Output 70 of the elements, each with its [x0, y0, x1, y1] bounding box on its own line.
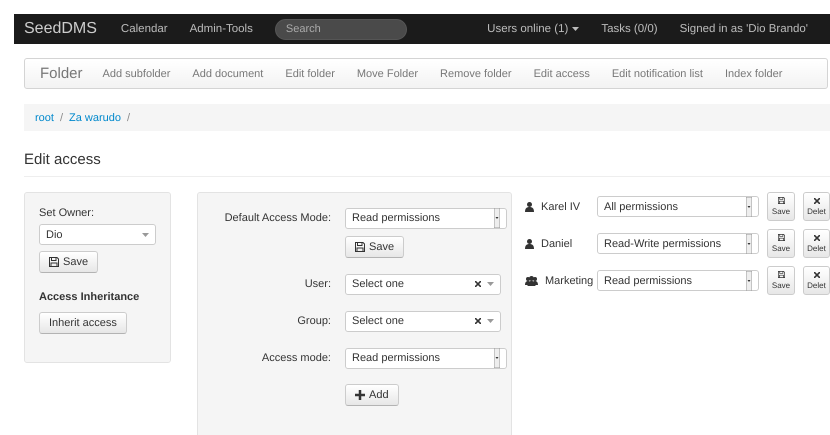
save-icon — [49, 257, 59, 267]
access-mode-select[interactable]: Read-Write permissions — [597, 233, 759, 254]
menu-link[interactable]: Add subfolder — [102, 68, 170, 80]
menu-link[interactable]: Index folder — [724, 68, 782, 80]
access-entry-name: Marketing — [525, 274, 597, 286]
user-select[interactable]: Select one — [345, 274, 501, 294]
nav-link[interactable]: Signed in as 'Dio Brando' — [680, 23, 808, 35]
breadcrumb-separator: / — [127, 112, 130, 124]
delete-button[interactable]: Delet — [803, 192, 830, 221]
access-entry-name: Daniel — [525, 238, 597, 250]
menu-link[interactable]: Edit notification list — [612, 68, 703, 80]
menu-link[interactable]: Edit access — [534, 68, 590, 80]
spinner-icon — [494, 208, 500, 228]
spinner-icon — [494, 348, 500, 368]
field-label: Access mode: — [260, 352, 331, 364]
save-icon — [778, 271, 784, 278]
breadcrumb-separator: / — [60, 112, 64, 124]
spinner-icon — [746, 270, 752, 290]
group-icon — [525, 276, 538, 286]
nav-link[interactable]: Calendar — [120, 23, 168, 35]
breadcrumb-link[interactable]: root — [35, 112, 54, 124]
menu-title: Folder — [40, 65, 83, 82]
plus-icon — [355, 390, 365, 400]
save-button[interactable]: Save — [767, 192, 795, 221]
search-field[interactable]: Search — [274, 18, 407, 40]
page-heading: Edit access — [24, 151, 830, 177]
save-icon — [778, 234, 784, 241]
access-mode-select[interactable]: All permissions — [597, 196, 759, 217]
field-label: Group: — [296, 315, 331, 327]
group-select[interactable]: Select one — [345, 310, 501, 332]
field-label: User: — [304, 278, 331, 290]
menu-link[interactable]: Edit folder — [285, 68, 335, 80]
nav-link[interactable]: Tasks (0/0) — [601, 23, 658, 35]
menu-link[interactable]: Add document — [192, 68, 264, 80]
nav-link[interactable]: Users online (1) — [487, 23, 580, 35]
delete-icon — [814, 234, 820, 240]
owner-select[interactable]: Dio — [39, 224, 156, 245]
caret-icon — [487, 319, 494, 323]
spinner-icon — [746, 234, 752, 254]
save-icon — [778, 197, 784, 204]
delete-button[interactable]: Delet — [803, 229, 830, 258]
field-label: Default Access Mode: — [224, 212, 331, 224]
menu-link[interactable]: Move Folder — [356, 68, 418, 80]
access-mode-select[interactable]: Read permissions — [345, 208, 507, 228]
access-mode-select[interactable]: Read permissions — [597, 270, 759, 291]
delete-icon — [814, 272, 820, 278]
access-mode-select[interactable]: Read permissions — [345, 348, 507, 368]
save-button[interactable]: Save — [345, 236, 404, 258]
save-icon — [355, 242, 365, 252]
save-button[interactable]: Save — [39, 251, 98, 273]
field-label: Set Owner: — [39, 207, 96, 219]
delete-icon — [814, 198, 820, 204]
nav-link[interactable]: Admin-Tools — [190, 23, 253, 35]
caret-icon — [487, 282, 494, 286]
delete-button[interactable]: Delet — [803, 266, 830, 295]
access-entry-name: Karel IV — [525, 200, 597, 212]
menu-link[interactable]: Remove folder — [440, 68, 512, 80]
clear-icon — [475, 318, 481, 324]
brand-name[interactable]: SeedDMS — [24, 20, 97, 38]
spinner-icon — [746, 196, 752, 216]
save-button[interactable]: Save — [767, 229, 795, 258]
user-icon — [525, 238, 534, 248]
breadcrumb-link[interactable]: Za warudo — [69, 112, 122, 124]
user-icon — [525, 202, 534, 212]
save-button[interactable]: Save — [767, 266, 795, 295]
caret-icon — [142, 232, 149, 236]
section-title: Access Inheritance — [39, 291, 140, 303]
inherit-access-button[interactable]: Inherit access — [39, 312, 127, 334]
add-button[interactable]: Add — [345, 384, 399, 406]
clear-icon — [475, 281, 481, 287]
